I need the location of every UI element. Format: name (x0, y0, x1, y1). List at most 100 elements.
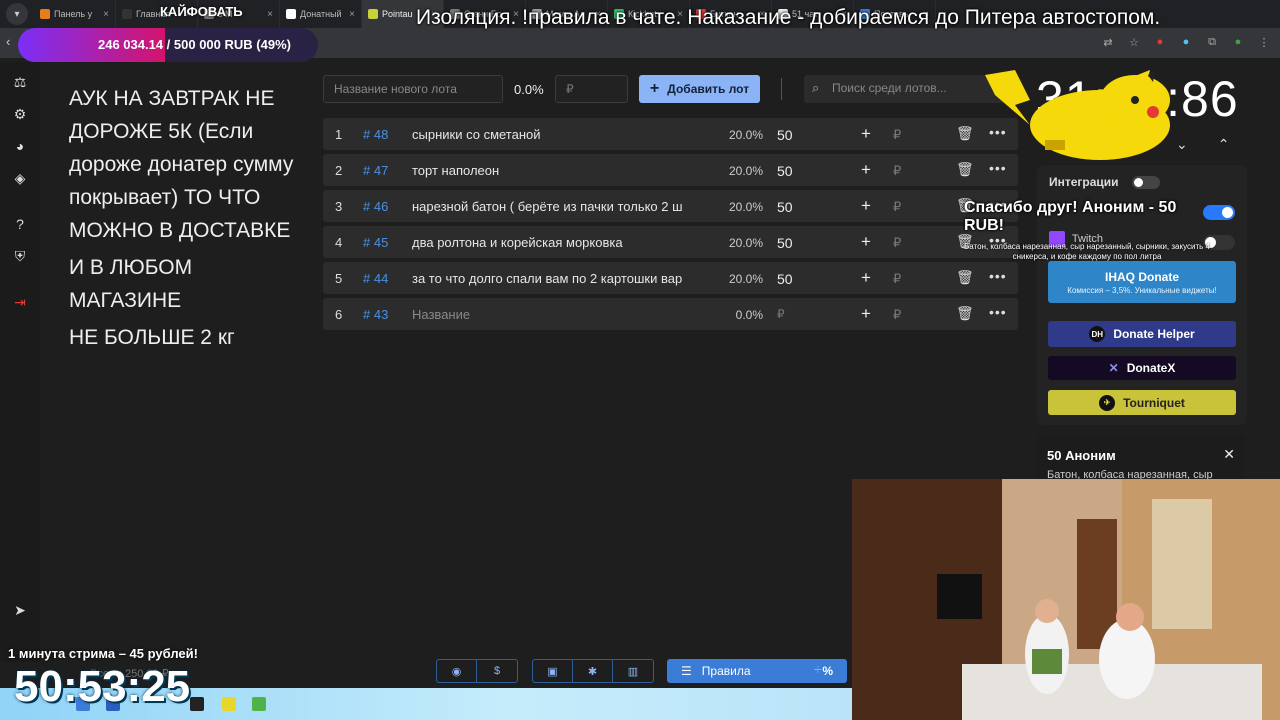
tab-close-icon[interactable]: × (267, 9, 273, 20)
percent-icon[interactable]: % (822, 664, 833, 678)
lot-row: 3 # 46 нарезной батон ( берёте из пачки то… (323, 190, 1018, 222)
profile-avatar-icon[interactable]: ● (1230, 34, 1246, 50)
rub-input-placeholder[interactable]: ₽ (893, 163, 901, 179)
extension-icon[interactable]: ● (1178, 34, 1194, 50)
lot-number: 4 (335, 235, 343, 250)
lot-name[interactable]: за то что долго спали вам по 2 картошки … (412, 271, 707, 286)
tourniquet-button[interactable]: ✈ Tourniquet (1048, 390, 1236, 415)
shield-icon[interactable]: ⛨ (10, 246, 30, 266)
chevron-up-icon[interactable]: ⌃ (1218, 136, 1230, 153)
donate-helper-button[interactable]: DH Donate Helper (1048, 321, 1236, 347)
save-icon[interactable]: ▣ (533, 660, 573, 682)
integrations-title: Интеграции (1049, 175, 1119, 189)
close-icon[interactable]: ✕ (1223, 446, 1235, 463)
browser-menu-icon[interactable]: ⋮ (1256, 34, 1272, 50)
rub-input-placeholder[interactable]: ₽ (893, 127, 901, 143)
lot-name[interactable]: два ролтона и корейская морковка (412, 235, 707, 250)
bookmark-star-icon[interactable]: ☆ (1126, 34, 1142, 50)
github-icon[interactable]: ◉ (437, 660, 477, 682)
lot-name[interactable]: сырники со сметаной (412, 127, 707, 142)
rules-line: АУК НА ЗАВТРАК НЕ ДОРОЖЕ 5К (Если дороже… (69, 87, 294, 242)
more-options-icon[interactable]: ••• (989, 268, 1007, 284)
lot-name[interactable]: нарезной батон ( берёте из пачки только … (412, 199, 707, 214)
layers-icon[interactable]: ◈ (10, 168, 30, 188)
lot-id[interactable]: # 45 (363, 235, 388, 250)
add-amount-plus-icon[interactable]: + (861, 304, 871, 324)
rules-label: Правила (701, 664, 751, 678)
back-arrow-icon[interactable]: ‹ (6, 34, 10, 49)
delete-trash-icon[interactable]: 🗑 (956, 305, 974, 322)
add-amount-plus-icon[interactable]: + (861, 268, 871, 288)
lot-amount[interactable]: ₽ (777, 307, 785, 321)
clear-trash-icon[interactable]: ▥ (613, 660, 653, 682)
bottom-toolbar: ◉ $ ▣ ✱ ▥ (436, 659, 668, 683)
taskbar-app-icon[interactable] (190, 697, 204, 711)
lot-number: 6 (335, 307, 343, 322)
donatex-button[interactable]: ✕ DonateX (1048, 356, 1236, 380)
toolbar-divider (781, 78, 782, 100)
taskbar-app-icon[interactable] (252, 697, 266, 711)
logout-icon[interactable]: ⇥ (10, 292, 30, 312)
rub-input-placeholder[interactable]: ₽ (893, 199, 901, 215)
split-icon[interactable]: ÷ (814, 661, 822, 677)
wheel-chart-icon[interactable]: ◕ (10, 136, 30, 156)
browser-tab[interactable]: Донатный × (280, 0, 362, 28)
donation-alert-message: Батон, колбаса нарезанная, сыр нарезанны… (964, 242, 1210, 261)
lot-id[interactable]: # 43 (363, 307, 388, 322)
lot-id[interactable]: # 47 (363, 163, 388, 178)
lot-percent: 20.0% (728, 164, 763, 178)
new-lot-name-input[interactable]: Название нового лота (323, 75, 503, 103)
delete-trash-icon[interactable]: 🗑 (956, 269, 974, 286)
chevron-down-icon[interactable]: ⌄ (1176, 136, 1188, 153)
list-icon: ☰ (681, 664, 692, 678)
tab-close-icon[interactable]: × (103, 9, 109, 20)
lot-row: 5 # 44 за то что долго спали вам по 2 карт… (323, 262, 1018, 294)
lot-id[interactable]: # 44 (363, 271, 388, 286)
add-lot-button[interactable]: + Добавить лот (639, 75, 760, 103)
telegram-icon[interactable]: ➤ (10, 600, 30, 620)
more-options-icon[interactable]: ••• (989, 304, 1007, 320)
rub-input-placeholder[interactable]: ₽ (893, 271, 901, 287)
bug-icon[interactable]: ✱ (573, 660, 613, 682)
rub-input-placeholder[interactable]: ₽ (893, 235, 901, 251)
taskbar-app-icon[interactable] (222, 697, 236, 711)
tab-list-icon[interactable]: ▾ (6, 3, 28, 25)
lot-amount[interactable]: 50 (777, 235, 793, 251)
lot-name[interactable]: Название (412, 307, 707, 322)
lot-row: 4 # 45 два ролтона и корейская морковка 20.… (323, 226, 1018, 258)
add-amount-plus-icon[interactable]: + (861, 196, 871, 216)
settings-gear-icon[interactable]: ⚙ (10, 104, 30, 124)
add-amount-plus-icon[interactable]: + (861, 232, 871, 252)
lot-amount[interactable]: 50 (777, 199, 793, 215)
lot-amount[interactable]: 50 (777, 163, 793, 179)
lot-id[interactable]: # 46 (363, 199, 388, 214)
lot-id[interactable]: # 48 (363, 127, 388, 142)
ihaq-donate-button[interactable]: IHAQ Donate Комиссия – 3,5%. Уникальные … (1048, 261, 1236, 303)
tab-close-icon[interactable]: × (349, 9, 355, 20)
integrations-toggle[interactable] (1132, 176, 1160, 189)
stream-marquee: Изоляция. !правила в чате. Наказание - д… (416, 6, 1161, 29)
new-lot-amount-input[interactable]: ₽ (555, 75, 628, 103)
auction-rules: АУК НА ЗАВТРАК НЕ ДОРОЖЕ 5К (Если дороже… (69, 82, 309, 358)
lot-name[interactable]: торт наполеон (412, 163, 707, 178)
extension-puzzle-icon[interactable]: ⧉ (1204, 34, 1220, 50)
dollar-icon[interactable]: $ (477, 660, 517, 682)
auction-gavel-icon[interactable]: ⚖ (10, 72, 30, 92)
lot-amount[interactable]: 50 (777, 127, 793, 143)
extension-adblock-icon[interactable]: ● (1152, 34, 1168, 50)
browser-tab[interactable]: Панель у × (34, 0, 116, 28)
translate-icon[interactable]: ⇄ (1100, 34, 1116, 50)
help-icon[interactable]: ? (10, 214, 30, 234)
stream-clock: 50:53:25 (14, 662, 191, 711)
rub-input-placeholder[interactable]: ₽ (893, 307, 901, 323)
lot-number: 3 (335, 199, 343, 214)
lot-amount[interactable]: 50 (777, 271, 793, 287)
tab-label: Pointau (382, 9, 413, 19)
add-amount-plus-icon[interactable]: + (861, 124, 871, 144)
add-amount-plus-icon[interactable]: + (861, 160, 871, 180)
lot-row: 2 # 47 торт наполеон 20.0% 50 + ₽ 🗑 ••• (323, 154, 1018, 186)
ihaq-label: IHAQ Donate (1104, 269, 1179, 284)
delete-trash-icon[interactable]: 🗑 (956, 161, 974, 178)
donate-helper-label: Donate Helper (1113, 327, 1195, 341)
delete-trash-icon[interactable]: 🗑 (956, 125, 974, 142)
